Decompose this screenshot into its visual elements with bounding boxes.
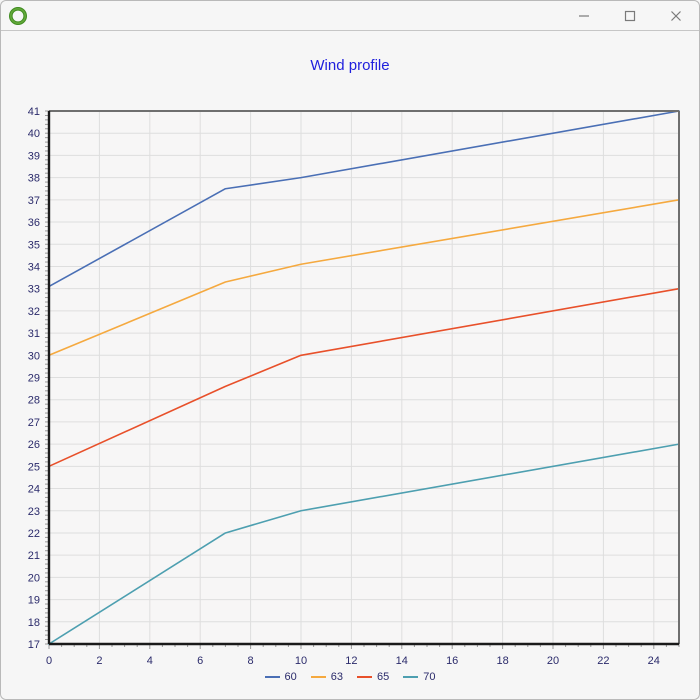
legend-item-65[interactable]: 65 xyxy=(357,671,389,683)
maximize-button[interactable] xyxy=(607,1,653,31)
legend-label-63: 63 xyxy=(330,671,343,683)
axis-label-y: 37 xyxy=(28,195,40,207)
axis-label-y: 26 xyxy=(28,439,40,451)
axis-label-x: 20 xyxy=(547,655,559,667)
legend-label-60: 60 xyxy=(284,671,297,683)
axis-label-y: 31 xyxy=(28,328,40,340)
legend-label-65: 65 xyxy=(377,671,390,683)
wind-profile-line-chart: 1718192021222324252627282930313233343536… xyxy=(28,106,680,667)
axis-label-x: 16 xyxy=(446,655,458,667)
green-ring-icon xyxy=(9,6,27,25)
legend-swatch-65 xyxy=(357,676,372,678)
axis-label-y: 40 xyxy=(28,128,40,140)
close-button[interactable] xyxy=(653,1,699,31)
axis-label-y: 21 xyxy=(28,550,40,562)
axis-label-y: 33 xyxy=(28,284,40,296)
legend-label-70: 70 xyxy=(423,671,436,683)
axis-label-y: 28 xyxy=(28,395,40,407)
title-bar[interactable] xyxy=(1,1,699,31)
axis-label-y: 19 xyxy=(28,595,40,607)
axis-label-x: 12 xyxy=(345,655,357,667)
axis-label-y: 23 xyxy=(28,506,40,518)
axis-label-y: 38 xyxy=(28,173,40,185)
axis-label-y: 36 xyxy=(28,217,40,229)
axis-label-y: 30 xyxy=(28,350,40,362)
axis-label-y: 22 xyxy=(28,528,40,540)
axis-label-x: 2 xyxy=(96,655,102,667)
axis-label-x: 4 xyxy=(147,655,153,667)
axis-label-x: 6 xyxy=(197,655,203,667)
axis-label-y: 29 xyxy=(28,373,40,385)
axis-label-y: 17 xyxy=(28,639,40,651)
axis-label-y: 20 xyxy=(28,572,40,584)
legend-item-63[interactable]: 63 xyxy=(310,671,343,683)
axis-label-y: 34 xyxy=(28,261,40,273)
legend-item-70[interactable]: 70 xyxy=(403,671,436,683)
axis-label-x: 18 xyxy=(496,655,508,667)
app-window: Wind profile 17 18 19 20 21 22 23 24 25 26 27 28 29 3… xyxy=(0,0,700,700)
axis-label-y: 25 xyxy=(28,461,40,473)
axis-label-x: 0 xyxy=(46,655,52,667)
axis-label-y: 41 xyxy=(28,106,40,118)
window-controls xyxy=(561,1,699,31)
axis-label-x: 10 xyxy=(295,655,307,667)
legend-swatch-60 xyxy=(264,676,280,678)
axis-label-y: 24 xyxy=(28,484,40,496)
axis-label-y: 27 xyxy=(28,417,40,429)
minimize-button[interactable] xyxy=(561,1,607,31)
axis-label-y: 32 xyxy=(28,306,40,318)
axis-label-x: 24 xyxy=(648,655,660,667)
axis-label-x: 22 xyxy=(597,655,609,667)
axis-label-y: 39 xyxy=(28,150,40,162)
axis-label-y: 35 xyxy=(28,239,40,251)
legend-swatch-70 xyxy=(403,676,419,678)
chart-plot-area: 17 18 19 20 21 22 23 24 25 26 27 28 29 30 31 32 33 34 35 36… xyxy=(1,31,699,699)
legend-swatch-63 xyxy=(310,676,326,678)
axis-label-x: 14 xyxy=(396,655,408,667)
axis-label-y: 18 xyxy=(28,617,40,629)
legend-item-60[interactable]: 60 xyxy=(264,671,297,683)
chart-legend: 60 63 65 70 xyxy=(1,671,699,683)
window-content: Wind profile 17 18 19 20 21 22 23 24 25 26 27 28 29 3… xyxy=(1,31,699,699)
axis-label-x: 8 xyxy=(248,655,254,667)
